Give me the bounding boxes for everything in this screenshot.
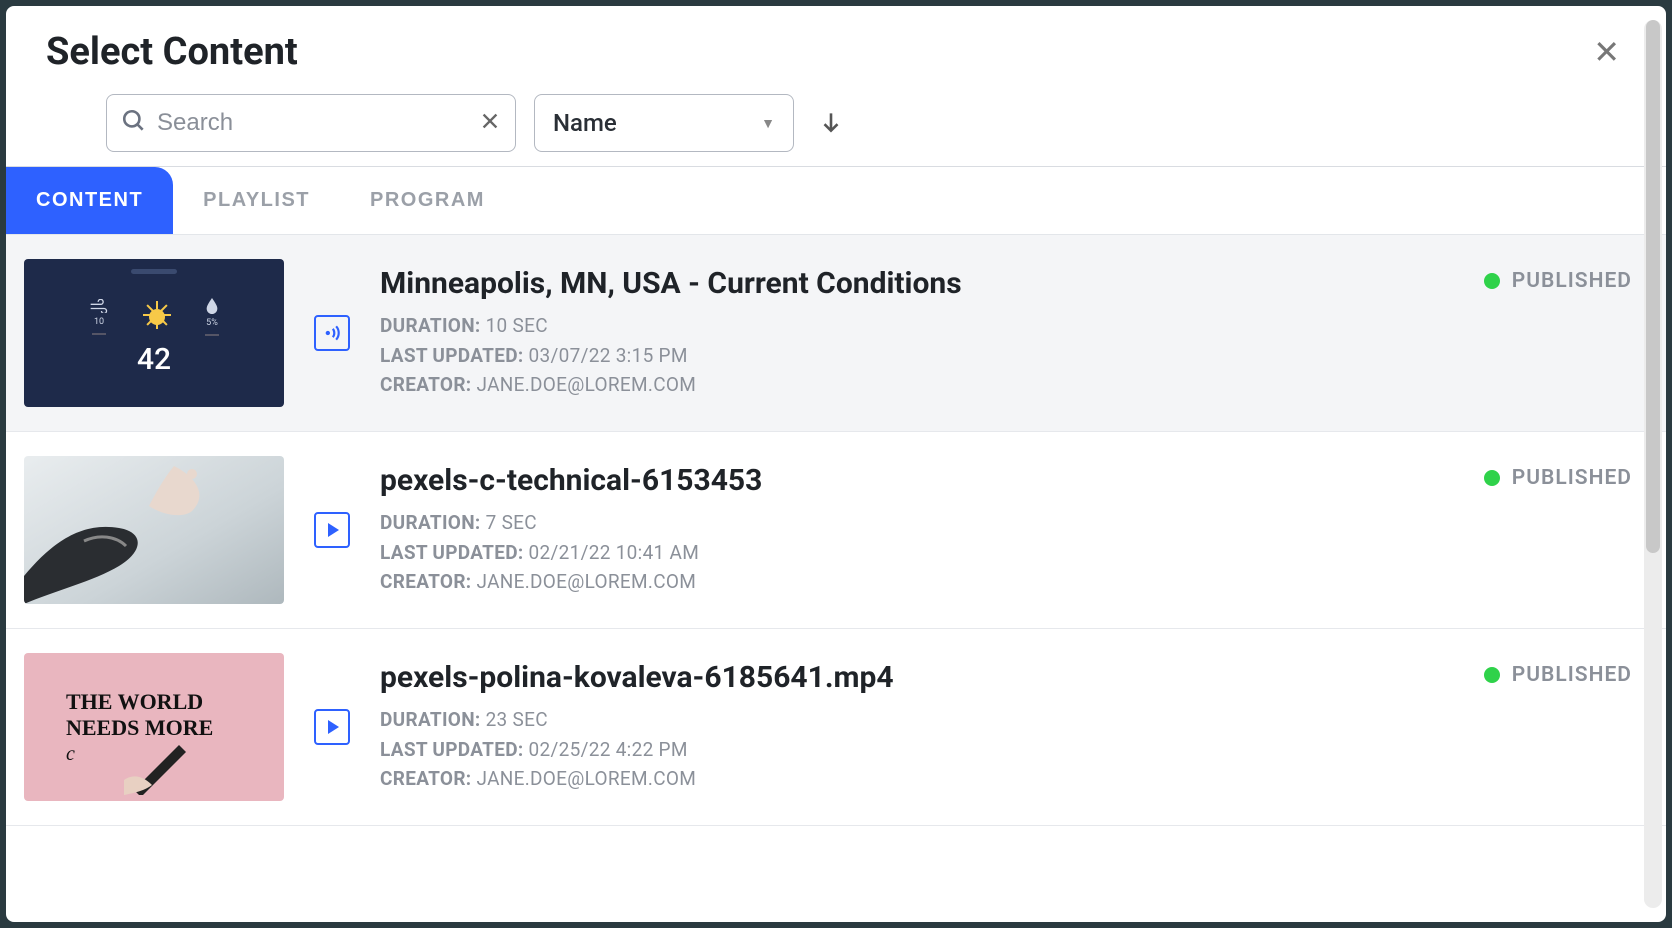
sun-icon — [143, 303, 171, 331]
modal-header: Select Content ✕ — [6, 6, 1666, 82]
select-content-modal: Select Content ✕ Name ▼ CONTENT PLAYLIST — [6, 6, 1666, 922]
list-item[interactable]: THE WORLD NEEDS MORE c pexels-polina-kov… — [6, 629, 1666, 826]
status-dot-icon — [1484, 470, 1500, 486]
wind-icon: 10 — [89, 299, 109, 335]
item-info: Minneapolis, MN, USA - Current Condition… — [380, 266, 1454, 399]
item-info: pexels-polina-kovaleva-6185641.mp4 DURAT… — [380, 660, 1454, 793]
chevron-down-icon: ▼ — [761, 115, 775, 132]
item-info: pexels-c-technical-6153453 DURATION: 7 S… — [380, 463, 1454, 596]
status-text: PUBLISHED — [1512, 466, 1632, 490]
temperature-value: 42 — [137, 342, 171, 377]
toolbar: Name ▼ — [6, 82, 1666, 167]
item-title: pexels-polina-kovaleva-6185641.mp4 — [380, 660, 1454, 695]
video-icon — [314, 512, 350, 548]
live-content-icon — [314, 315, 350, 351]
item-meta: DURATION: 23 SEC LAST UPDATED: 02/25/22 … — [380, 705, 1454, 793]
status-dot-icon — [1484, 667, 1500, 683]
item-title: Minneapolis, MN, USA - Current Condition… — [380, 266, 1454, 301]
scrollbar-handle[interactable] — [1646, 20, 1660, 553]
sort-select[interactable]: Name ▼ — [534, 94, 794, 152]
scrollbar[interactable] — [1644, 20, 1662, 908]
list-item[interactable]: 10 5% — [6, 235, 1666, 432]
humidity-icon: 5% — [205, 298, 219, 336]
search-field[interactable] — [106, 94, 516, 152]
tabs: CONTENT PLAYLIST PROGRAM — [6, 167, 1666, 235]
tab-program[interactable]: PROGRAM — [340, 167, 515, 234]
arrow-down-icon — [818, 123, 844, 138]
item-meta: DURATION: 10 SEC LAST UPDATED: 03/07/22 … — [380, 311, 1454, 399]
status-badge: PUBLISHED — [1484, 466, 1632, 490]
status-dot-icon — [1484, 273, 1500, 289]
list-item[interactable]: pexels-c-technical-6153453 DURATION: 7 S… — [6, 432, 1666, 629]
close-icon: ✕ — [1593, 34, 1620, 70]
thumbnail: THE WORLD NEEDS MORE c — [24, 653, 284, 801]
video-icon — [314, 709, 350, 745]
status-text: PUBLISHED — [1512, 269, 1632, 293]
content-list[interactable]: 10 5% — [6, 235, 1666, 922]
clear-search-icon[interactable] — [479, 110, 501, 136]
tab-playlist[interactable]: PLAYLIST — [173, 167, 340, 234]
close-button[interactable]: ✕ — [1583, 32, 1630, 72]
modal-title: Select Content — [46, 30, 298, 74]
search-input[interactable] — [157, 109, 469, 137]
item-title: pexels-c-technical-6153453 — [380, 463, 1454, 498]
status-badge: PUBLISHED — [1484, 269, 1632, 293]
status-text: PUBLISHED — [1512, 663, 1632, 687]
thumbnail — [24, 456, 284, 604]
search-icon — [121, 108, 147, 138]
sort-direction-button[interactable] — [812, 103, 850, 144]
thumbnail: 10 5% — [24, 259, 284, 407]
item-meta: DURATION: 7 SEC LAST UPDATED: 02/21/22 1… — [380, 508, 1454, 596]
status-badge: PUBLISHED — [1484, 663, 1632, 687]
sort-select-label: Name — [553, 109, 617, 137]
tab-content[interactable]: CONTENT — [6, 167, 173, 234]
